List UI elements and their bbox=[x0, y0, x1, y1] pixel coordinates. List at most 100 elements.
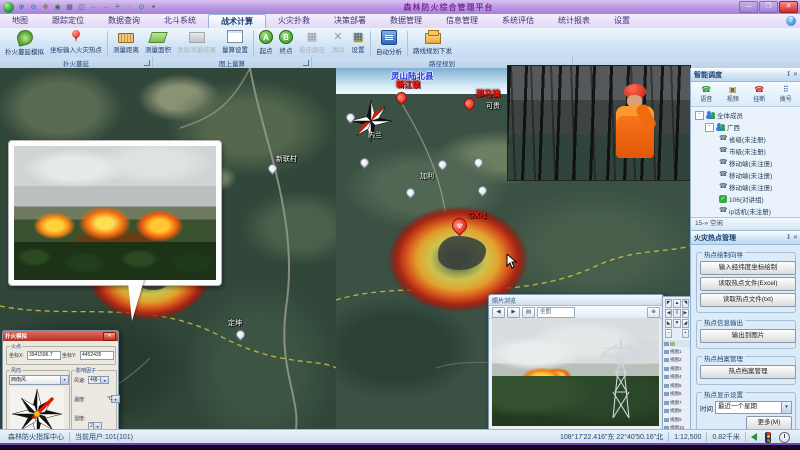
group-launcher-icon[interactable] bbox=[303, 60, 309, 66]
read-txt-button[interactable]: 读取热点文件(txt) bbox=[700, 293, 796, 307]
tree-member[interactable]: ☎ 移动端(未注册) bbox=[695, 157, 800, 169]
speaker-icon[interactable] bbox=[751, 433, 757, 441]
pan-home-button[interactable]: 0 bbox=[673, 309, 680, 318]
camera-view-item[interactable]: 视图5 bbox=[663, 382, 691, 391]
viewer-titlebar[interactable]: 照片浏览 bbox=[489, 295, 663, 306]
zoom-out-icon[interactable]: ⊖ bbox=[29, 3, 38, 12]
collapse-icon[interactable]: - bbox=[695, 111, 704, 120]
time-range-select[interactable]: 最近一个星期 ▾ bbox=[715, 401, 792, 414]
pan-icon[interactable]: ✥ bbox=[41, 3, 50, 12]
close-icon[interactable]: ✕ bbox=[793, 71, 798, 78]
wind-direction-select[interactable]: 西南风▾ bbox=[9, 375, 69, 385]
input-latlon-button[interactable]: 输入经纬度坐标绘制 bbox=[700, 261, 796, 275]
zoom-mode-combo[interactable]: 全图 bbox=[537, 307, 575, 318]
camera-view-item[interactable]: 视图9 bbox=[663, 416, 691, 425]
pan-right-button[interactable]: ▶ bbox=[682, 309, 689, 318]
spread-sim-button[interactable]: 扑火蔓延模拟 bbox=[2, 29, 47, 58]
camera-view-item[interactable]: 视图8 bbox=[663, 408, 691, 417]
split-view-icon[interactable]: ◫ bbox=[77, 3, 86, 12]
close-button[interactable]: ✕ bbox=[779, 1, 798, 13]
coord-x-field[interactable]: 3941596.7 bbox=[27, 351, 61, 360]
menu-fire-fighting[interactable]: 火灾扑救 bbox=[266, 14, 322, 28]
measure-distance-button[interactable]: 测量距离 bbox=[110, 29, 142, 58]
tree-member[interactable]: ☎ 市级(未注册) bbox=[695, 145, 800, 157]
close-icon[interactable]: ✕ bbox=[793, 234, 798, 241]
read-excel-button[interactable]: 读取热点文件(Excel) bbox=[700, 277, 796, 291]
dial-button[interactable]: ⠿ 拨号 bbox=[780, 85, 792, 103]
output-to-image-button[interactable]: 输出到图片 bbox=[700, 329, 796, 343]
qat-menu-icon[interactable]: ▾ bbox=[149, 3, 158, 12]
zoom-in-icon[interactable]: ⊕ bbox=[17, 3, 26, 12]
archive-mgmt-button[interactable]: 热点档案管理 bbox=[700, 365, 796, 379]
menu-evaluation[interactable]: 系统评估 bbox=[490, 14, 546, 28]
photo-viewer-window[interactable]: 照片浏览 ◀ ▶ ▤ 全图 ⊕ bbox=[488, 294, 664, 442]
left-map-view[interactable]: ▲ 新联村 定坤 扑火模拟 ✕ 火点 坐标X: 3941596.7 坐标Y: bbox=[0, 68, 336, 429]
back-icon[interactable]: ← bbox=[89, 3, 98, 12]
camera-view-item[interactable]: 视图3 bbox=[663, 365, 691, 374]
tree-root[interactable]: - 全体成员 bbox=[695, 109, 800, 121]
world-icon[interactable]: ⊙ bbox=[137, 3, 146, 12]
dispatch-panel-header[interactable]: 智能调度 ↧✕ bbox=[691, 68, 800, 82]
fire-spread-sim-dialog[interactable]: 扑火模拟 ✕ 火点 坐标X: 3941596.7 坐标Y: 4452435 风向… bbox=[2, 330, 119, 429]
rotate-icon[interactable]: ◔ bbox=[125, 3, 134, 12]
move-icon[interactable]: ✛ bbox=[113, 3, 122, 12]
menu-settings[interactable]: 设置 bbox=[602, 14, 642, 28]
magnifier-icon[interactable]: ⊕ bbox=[647, 307, 660, 318]
group-launcher-icon[interactable] bbox=[144, 60, 150, 66]
forward-icon[interactable]: → bbox=[101, 3, 110, 12]
humidity-select[interactable]: 20%▾ bbox=[88, 422, 102, 429]
zoom-plus-button[interactable]: + bbox=[682, 329, 689, 338]
coord-input-hotspot-button[interactable]: 坐标输入火灾热点 bbox=[47, 29, 105, 58]
tree-member[interactable]: ☎ 省级(未注册) bbox=[695, 133, 800, 145]
menu-info-mgmt[interactable]: 信息管理 bbox=[434, 14, 490, 28]
tree-region[interactable]: - 广西 bbox=[695, 121, 800, 133]
thumbnails-button[interactable]: ▤ bbox=[522, 307, 535, 318]
fire-photo-callout[interactable] bbox=[8, 140, 222, 286]
clock-icon[interactable] bbox=[779, 432, 790, 443]
restore-button[interactable]: ❐ bbox=[759, 1, 778, 13]
minimize-button[interactable]: — bbox=[739, 1, 758, 13]
coord-y-field[interactable]: 4452435 bbox=[80, 351, 114, 360]
measure-settings-button[interactable]: 量算设置 bbox=[219, 29, 251, 58]
zoom-minus-button[interactable]: − bbox=[665, 329, 672, 338]
camera-view-item[interactable]: 视图7 bbox=[663, 399, 691, 408]
menu-deployment[interactable]: 决策部署 bbox=[322, 14, 378, 28]
pan-up-left-button[interactable]: ◤ bbox=[665, 299, 672, 308]
auto-analysis-button[interactable]: 自动分析 bbox=[373, 29, 405, 58]
pan-left-button[interactable]: ◀ bbox=[665, 309, 672, 318]
pan-up-right-button[interactable]: ◥ bbox=[682, 299, 689, 308]
pan-down-right-button[interactable]: ◢ bbox=[682, 319, 689, 328]
globe-icon[interactable]: ◉ bbox=[53, 3, 62, 12]
tree-member[interactable]: ☎ 移动端(未注册) bbox=[695, 181, 800, 193]
tile-view-icon[interactable]: ▦ bbox=[65, 3, 74, 12]
menu-tactical-calc[interactable]: 战术计算 bbox=[208, 14, 266, 29]
voice-call-button[interactable]: ☎ 语音 bbox=[700, 85, 712, 103]
menu-data-mgmt[interactable]: 数据管理 bbox=[378, 14, 434, 28]
menu-reports[interactable]: 统计报表 bbox=[546, 14, 602, 28]
pan-down-button[interactable]: ▼ bbox=[673, 319, 680, 328]
route-plan-send-button[interactable]: 路线规划下发 bbox=[410, 29, 455, 58]
pan-down-left-button[interactable]: ◣ bbox=[665, 319, 672, 328]
video-call-button[interactable]: ▣ 视频 bbox=[727, 85, 739, 103]
camera-view-item[interactable]: 视图2 bbox=[663, 357, 691, 366]
measure-area-button[interactable]: 测量面积 bbox=[142, 29, 174, 58]
dialog-close-icon[interactable]: ✕ bbox=[103, 332, 116, 341]
menu-beidou[interactable]: 北斗系统 bbox=[152, 14, 208, 28]
prev-photo-button[interactable]: ◀ bbox=[492, 307, 505, 318]
connection-status-icon[interactable] bbox=[765, 432, 771, 443]
pan-up-button[interactable]: ▲ bbox=[673, 299, 680, 308]
help-icon[interactable]: ? bbox=[786, 16, 796, 26]
menu-map[interactable]: 地图 bbox=[0, 14, 40, 28]
hotspot-panel-header[interactable]: 火灾热点管理 ↧✕ bbox=[691, 231, 800, 245]
pin-icon[interactable]: ↧ bbox=[786, 71, 791, 78]
sim-dialog-titlebar[interactable]: 扑火模拟 ✕ bbox=[3, 331, 118, 341]
tree-member[interactable]: ☎ ip话机(未注册) bbox=[695, 205, 800, 217]
next-photo-button[interactable]: ▶ bbox=[507, 307, 520, 318]
tree-member[interactable]: ☎ 移动端(未注册) bbox=[695, 169, 800, 181]
menu-tracking[interactable]: 跟踪定位 bbox=[40, 14, 96, 28]
wind-speed-select[interactable]: 4级-5级▾ bbox=[88, 376, 109, 384]
menu-data-query[interactable]: 数据查询 bbox=[96, 14, 152, 28]
start-point-button[interactable]: A 起点 bbox=[256, 29, 276, 58]
pin-icon[interactable]: ↧ bbox=[786, 234, 791, 241]
firefighter-photo-overlay[interactable] bbox=[508, 66, 690, 180]
